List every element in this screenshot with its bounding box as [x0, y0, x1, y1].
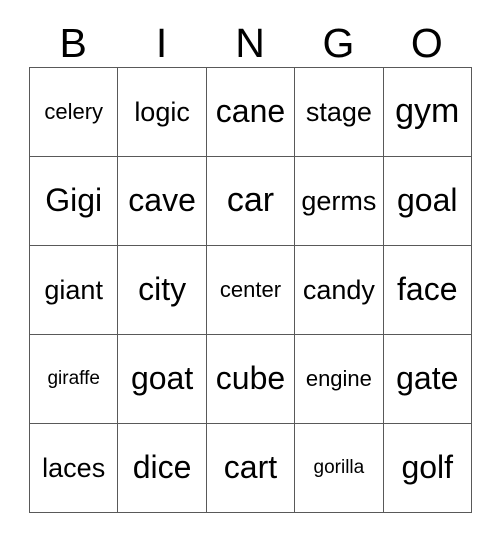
- bingo-cell-label: cane: [215, 93, 286, 130]
- bingo-cell-label: car: [226, 181, 275, 220]
- bingo-cell-label: golf: [401, 449, 454, 486]
- bingo-cell[interactable]: logic: [117, 67, 207, 157]
- bingo-cell[interactable]: face: [382, 245, 472, 335]
- bingo-cell-label: cube: [215, 360, 286, 397]
- bingo-header-letter-n: N: [235, 20, 265, 66]
- bingo-cell[interactable]: engine: [294, 334, 384, 424]
- bingo-cell[interactable]: germs: [294, 156, 384, 246]
- bingo-cell-label: candy: [302, 274, 375, 305]
- bingo-cell-label: goat: [130, 360, 194, 397]
- bingo-cell-label: gate: [396, 360, 459, 397]
- bingo-header-letter-g: G: [322, 20, 355, 66]
- bingo-row: laces dice cart gorilla golf: [28, 423, 472, 513]
- bingo-cell[interactable]: cube: [205, 334, 296, 424]
- bingo-cell-label: cart: [223, 449, 278, 486]
- bingo-cell[interactable]: cart: [205, 423, 296, 513]
- bingo-cell[interactable]: dice: [117, 423, 207, 513]
- bingo-cell[interactable]: gym: [382, 67, 472, 157]
- bingo-cell-label: gorilla: [313, 457, 365, 479]
- bingo-cell-label: cave: [128, 182, 196, 219]
- bingo-grid: celery logic cane stage gym Gigi cave ca…: [28, 67, 472, 513]
- bingo-row: celery logic cane stage gym: [28, 67, 472, 157]
- bingo-cell-label: germs: [301, 185, 377, 216]
- bingo-cell-label: stage: [305, 96, 372, 127]
- bingo-cell[interactable]: car: [205, 156, 296, 246]
- bingo-cell[interactable]: gorilla: [294, 423, 384, 513]
- bingo-cell[interactable]: cane: [205, 67, 296, 157]
- bingo-cell[interactable]: city: [117, 245, 207, 335]
- bingo-cell-label: celery: [44, 99, 104, 125]
- bingo-cell[interactable]: giant: [28, 245, 119, 335]
- bingo-cell[interactable]: gate: [382, 334, 472, 424]
- bingo-cell[interactable]: candy: [294, 245, 384, 335]
- bingo-cell[interactable]: cave: [117, 156, 207, 246]
- bingo-cell-label: city: [138, 271, 187, 308]
- bingo-header-row: B I N G O: [29, 20, 471, 67]
- bingo-header-letter-i: I: [155, 20, 168, 66]
- bingo-card: B I N G O celery logic cane stage gym Gi…: [28, 20, 472, 513]
- bingo-cell[interactable]: goal: [382, 156, 472, 246]
- bingo-cell[interactable]: goat: [117, 334, 207, 424]
- bingo-cell-label: face: [397, 271, 458, 308]
- bingo-cell[interactable]: laces: [28, 423, 119, 513]
- bingo-cell-label: giraffe: [47, 368, 100, 390]
- bingo-cell-label: logic: [134, 96, 190, 127]
- bingo-cell[interactable]: golf: [382, 423, 472, 513]
- bingo-row: giraffe goat cube engine gate: [28, 334, 472, 424]
- bingo-cell[interactable]: celery: [28, 67, 119, 157]
- bingo-row: giant city center candy face: [28, 245, 472, 335]
- bingo-cell[interactable]: stage: [294, 67, 384, 157]
- bingo-cell-label: Gigi: [45, 182, 103, 219]
- bingo-cell-label: dice: [132, 449, 192, 486]
- bingo-cell-label: center: [219, 277, 282, 303]
- bingo-cell[interactable]: center: [205, 245, 296, 335]
- bingo-cell[interactable]: Gigi: [28, 156, 119, 246]
- bingo-cell-label: engine: [305, 366, 372, 392]
- bingo-cell[interactable]: giraffe: [28, 334, 119, 424]
- bingo-header-letter-b: B: [59, 20, 87, 66]
- bingo-cell-label: goal: [397, 182, 458, 219]
- bingo-cell-label: giant: [44, 274, 103, 305]
- bingo-row: Gigi cave car germs goal: [28, 156, 472, 246]
- bingo-header-letter-o: O: [410, 20, 443, 66]
- bingo-cell-label: laces: [42, 452, 106, 483]
- bingo-cell-label: gym: [395, 92, 460, 131]
